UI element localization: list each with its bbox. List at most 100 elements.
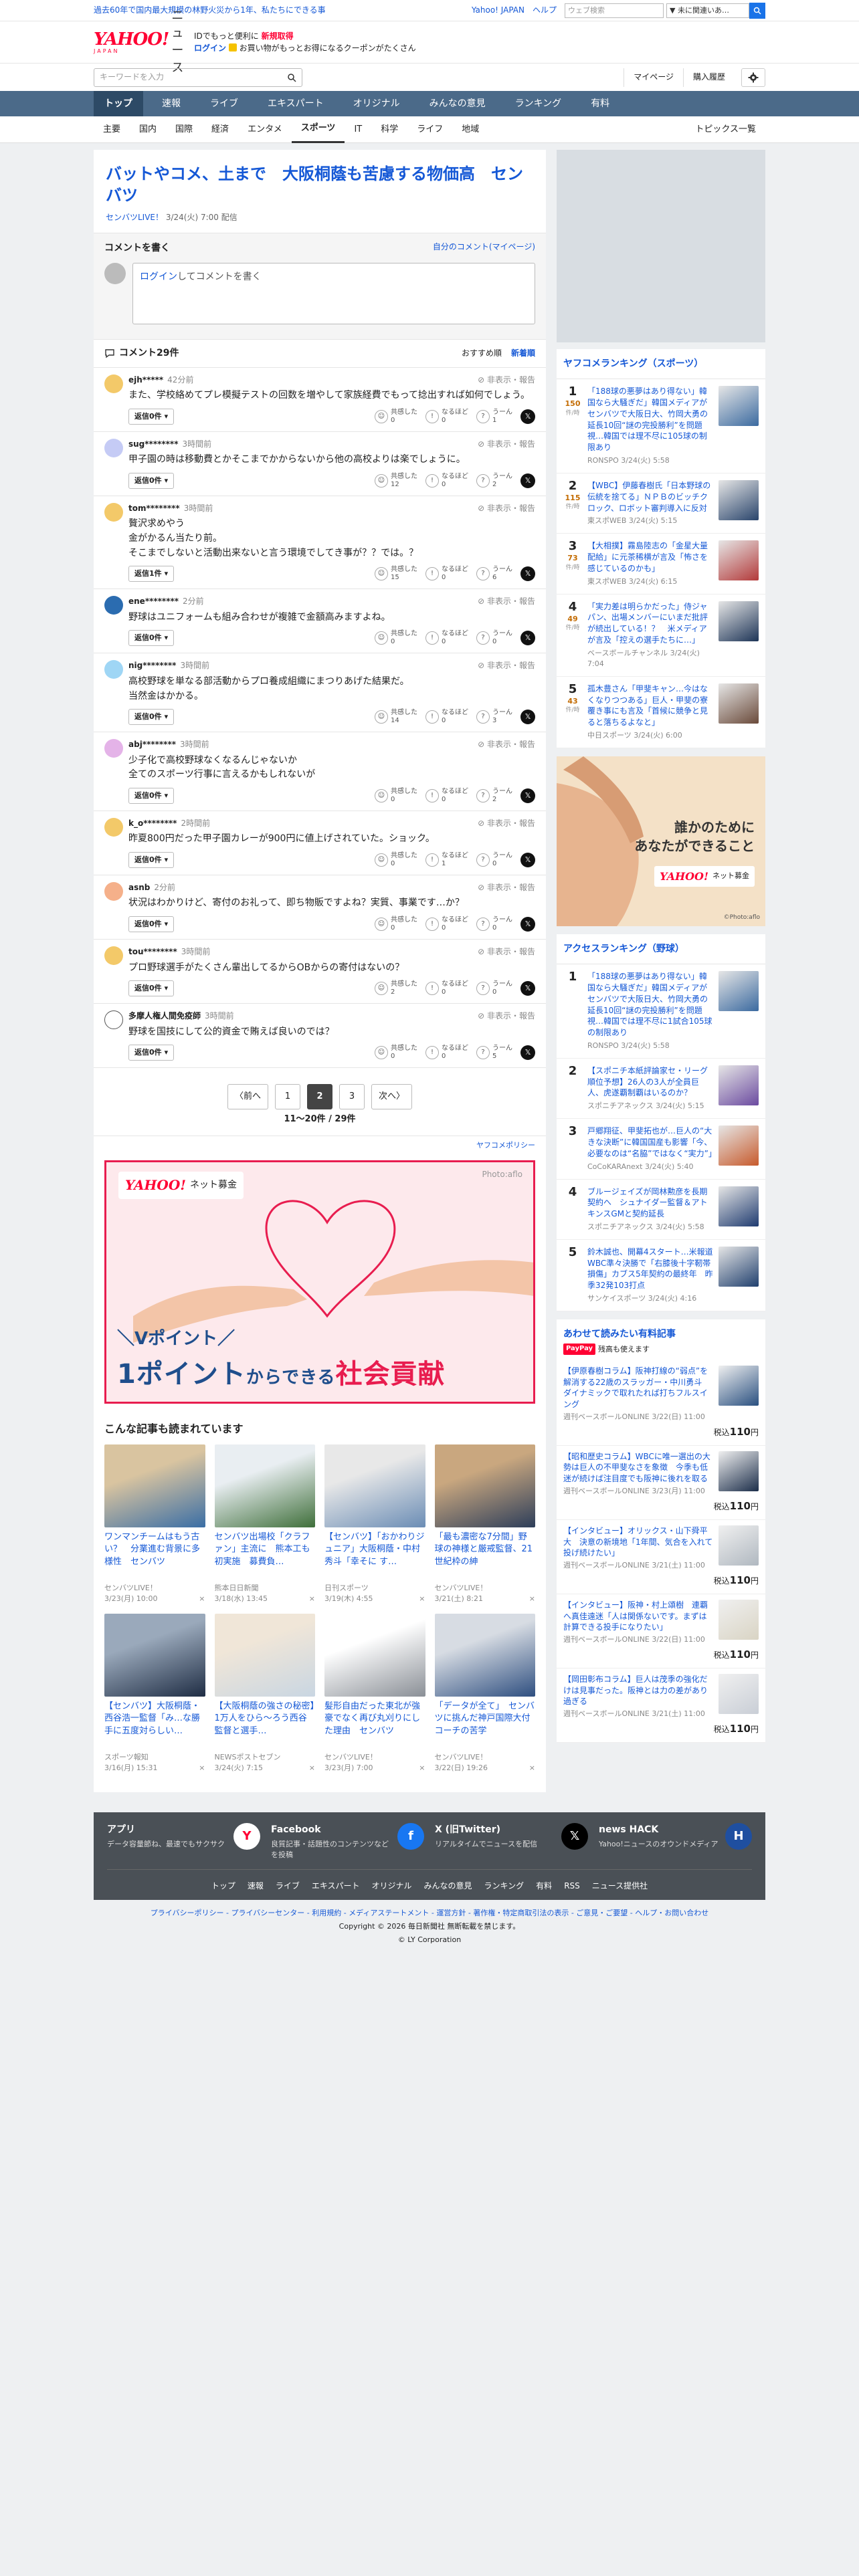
footer-nav-item[interactable]: トップ (211, 1881, 235, 1892)
ranking-item[interactable]: 2 【スポニチ本紙評論家セ・リーグ順位予想】26人の3人が全員巨人、虎遂覇制覇はい… (557, 1059, 765, 1119)
related-thumbnail[interactable] (214, 1444, 315, 1528)
umm-button[interactable]: ? うーん 2 (476, 788, 512, 804)
close-icon[interactable]: × (529, 1594, 535, 1604)
paid-article[interactable]: 【伊原春樹コラム】阪神打線の“弱点”を解消する22歳のスラッガー・中川勇斗 ダイ… (557, 1360, 765, 1446)
ranking-item[interactable]: 1 150 件/時 「188球の悪夢はあり得ない」韓国なら大騒ぎだ」韓国メディアがセン… (557, 379, 765, 474)
agree-button[interactable]: ☺ 共感した 2 (375, 980, 417, 996)
category-nav-item[interactable]: ライフ (407, 116, 452, 143)
related-title[interactable]: ワンマンチームはもう古い？ 分業進む背景に多様性 センバツ (104, 1531, 205, 1580)
ranking-item[interactable]: 2 115 件/時 【WBC】伊藤春樹氏「日本野球の伝統を捨てる」ＮＰＢのビッチクロッ… (557, 473, 765, 534)
ranking-item[interactable]: 5 43 件/時 孤木豊さん「甲斐キャン…今はなくなりつつある」巨人・甲斐の寮覆き事に… (557, 677, 765, 748)
sort-recommended[interactable]: おすすめ順 (462, 348, 502, 359)
x-share-icon[interactable]: 𝕏 (520, 853, 535, 868)
main-nav-item[interactable]: ランキング (504, 91, 573, 116)
search-suggest-select[interactable]: ▼ 未に関連いあ… (666, 3, 749, 18)
naruhodo-button[interactable]: ! なるほど 1 (425, 852, 468, 868)
report-link[interactable]: ⊘ 非表示・報告 (478, 596, 535, 607)
related-thumbnail[interactable] (324, 1444, 425, 1528)
comment-policy-link[interactable]: ヤフコメポリシー (94, 1136, 546, 1155)
agree-button[interactable]: ☺ 共感した 0 (375, 630, 417, 646)
rank-title[interactable]: 【WBC】伊藤春樹氏「日本野球の伝統を捨てる」ＮＰＢのビッチクロック、ロボット審… (587, 480, 713, 514)
naruhodo-button[interactable]: ! なるほど 0 (425, 1045, 468, 1061)
agree-button[interactable]: ☺ 共感した 14 (375, 709, 417, 725)
reply-button[interactable]: 返信1件 ▾ (128, 566, 175, 582)
footer-nav-item[interactable]: オリジナル (372, 1881, 412, 1892)
rank-title[interactable]: 【大相撲】霧島陸志の「金星大量配給」に元茶稀横が言及「怖さを感じているのかも」 (587, 540, 713, 574)
rank-title[interactable]: 戸郷翔征、甲斐拓也が…巨人の“大きな決断”に韓国国産も影響「今、必要なのは“名脇… (587, 1125, 717, 1159)
related-card[interactable]: 「最も濃密な7分間」野球の神様と厳戒監督、21世紀枠の紳 センバツLIVE！ 3/2… (434, 1444, 536, 1604)
donation-side-ad[interactable]: 誰かのために あなたができること YAHOO! ネット募金 ©Photo:aflo (557, 756, 765, 926)
umm-button[interactable]: ? うーん 3 (476, 709, 512, 725)
ranking-item[interactable]: 5 鈴木誠也、開幕4スタート…米報道 WBC準々決勝で「右膝後十字靭帯損傷」カブス… (557, 1240, 765, 1311)
agree-button[interactable]: ☺ 共感した 0 (375, 916, 417, 932)
register-link[interactable]: 新規取得 (262, 31, 294, 41)
sidebar-ad[interactable] (557, 150, 765, 342)
related-thumbnail[interactable] (434, 1444, 535, 1528)
related-title[interactable]: 【センバツ】大阪桐蔭・西谷浩一監督「み…な勝手に五度対らしい… (104, 1701, 205, 1749)
close-icon[interactable]: × (529, 1763, 535, 1774)
x-share-icon[interactable]: 𝕏 (520, 981, 535, 996)
x-share-icon[interactable]: 𝕏 (520, 710, 535, 725)
footer-nav-item[interactable]: ランキング (484, 1881, 524, 1892)
naruhodo-button[interactable]: ! なるほど 0 (425, 916, 468, 932)
umm-button[interactable]: ? うーん 5 (476, 1045, 512, 1061)
rank-thumbnail[interactable] (719, 601, 759, 641)
agree-button[interactable]: ☺ 共感した 0 (375, 1045, 417, 1061)
x-share-icon[interactable]: 𝕏 (520, 631, 535, 646)
rank-thumbnail[interactable] (719, 971, 759, 1012)
login-link[interactable]: ログイン (194, 43, 226, 53)
comment-username[interactable]: 多摩人権人間免疫師 (128, 1011, 201, 1021)
agree-button[interactable]: ☺ 共感した 12 (375, 473, 417, 489)
footer-nav-item[interactable]: ライブ (276, 1881, 300, 1892)
rank-thumbnail[interactable] (719, 1065, 759, 1105)
related-card[interactable]: ワンマンチームはもう古い？ 分業進む背景に多様性 センバツ センバツLIVE！ 3/… (104, 1444, 205, 1604)
paid-article[interactable]: 【インタビュー】オリックス・山下舜平大 決意の新境地「1年間、気合を入れて投げ続… (557, 1520, 765, 1594)
report-link[interactable]: ⊘ 非表示・報告 (478, 374, 535, 386)
reply-button[interactable]: 返信0件 ▾ (128, 630, 175, 647)
main-nav-item[interactable]: エキスパート (257, 91, 335, 116)
naruhodo-button[interactable]: ! なるほど 0 (425, 409, 468, 425)
agree-button[interactable]: ☺ 共感した 0 (375, 788, 417, 804)
x-share-icon[interactable]: 𝕏 (520, 788, 535, 803)
report-link[interactable]: ⊘ 非表示・報告 (478, 660, 535, 671)
ranking-item[interactable]: 4 49 件/時 「実力差は明らかだった」侍ジャパン、出場メンバーにいまだ批評が続出し… (557, 595, 765, 677)
umm-button[interactable]: ? うーん 6 (476, 566, 512, 582)
rank-thumbnail[interactable] (719, 540, 759, 581)
paid-thumbnail[interactable] (719, 1525, 759, 1566)
paid-title[interactable]: 【伊原春樹コラム】阪神打線の“弱点”を解消する22歳のスラッガー・中川勇斗 ダイ… (563, 1366, 713, 1410)
related-card[interactable]: 「データが全て」 センバツに挑んだ神戸国際大付コーチの苦学 センバツLIVE！ 3/… (434, 1614, 535, 1774)
main-nav-item[interactable]: 有料 (580, 91, 620, 116)
comment-username[interactable]: sug******** (128, 439, 178, 449)
rank-title[interactable]: 「188球の悪夢はあり得ない」韓国なら大騒ぎだ」韓国メディアがセンバツで大阪日大… (587, 971, 713, 1039)
article-source[interactable]: センバツLIVE！ (106, 213, 163, 222)
related-title[interactable]: 「最も濃密な7分間」野球の神様と厳戒監督、21世紀枠の紳 (435, 1531, 536, 1580)
umm-button[interactable]: ? うーん 0 (476, 852, 512, 868)
x-share-icon[interactable]: 𝕏 (520, 566, 535, 582)
umm-button[interactable]: ? うーん 1 (476, 409, 512, 425)
rank-title[interactable]: 【スポニチ本紙評論家セ・リーグ順位予想】26人の3人が全員巨人、虎遂覇制覇はいる… (587, 1065, 713, 1099)
comment-username[interactable]: tom******** (128, 504, 180, 513)
report-link[interactable]: ⊘ 非表示・報告 (478, 818, 535, 829)
close-icon[interactable]: × (199, 1763, 205, 1774)
report-link[interactable]: ⊘ 非表示・報告 (478, 946, 535, 958)
reply-button[interactable]: 返信0件 ▾ (128, 852, 175, 869)
ranking-item[interactable]: 4 ブルージェイズが岡林勲彦を長期契約へ シュナイダー監督＆アトキンスGMと契約延… (557, 1180, 765, 1240)
related-title[interactable]: 髪形自由だった東北が強豪でなく再び丸刈りにした理由 センバツ (324, 1701, 425, 1749)
next-page-button[interactable]: 次へ〉 (371, 1084, 413, 1110)
main-nav-item[interactable]: 速報 (151, 91, 191, 116)
rank-thumbnail[interactable] (719, 1125, 759, 1166)
related-card[interactable]: 【大阪桐蔭の強さの秘密】1万人をひら〜ろう西谷監督と選手… NEWSポストセブン 3… (214, 1614, 315, 1774)
naruhodo-button[interactable]: ! なるほど 0 (425, 630, 468, 646)
comment-login-link[interactable]: ログイン (140, 272, 177, 282)
my-comments-link[interactable]: 自分のコメント(マイページ) (433, 241, 535, 255)
top-news-link[interactable]: 過去60年で国内最大規模の林野火災から1年、私たちにできる事 (94, 5, 472, 16)
agree-button[interactable]: ☺ 共感した 15 (375, 566, 417, 582)
ranking-item[interactable]: 1 「188球の悪夢はあり得ない」韓国なら大騒ぎだ」韓国メディアがセンバツで大阪日… (557, 964, 765, 1059)
category-nav-item[interactable]: 経済 (202, 116, 238, 143)
category-nav-item[interactable]: エンタメ (238, 116, 292, 143)
topics-list-link[interactable]: トピックス一覧 (686, 116, 765, 143)
agree-button[interactable]: ☺ 共感した 0 (375, 852, 417, 868)
page-button-current[interactable]: 2 (307, 1084, 332, 1110)
footer-promo[interactable]: アプリ データ容量節ね、最速でもサクサク Y (107, 1823, 260, 1860)
purchase-history-button[interactable]: 購入履歴 (682, 68, 735, 87)
